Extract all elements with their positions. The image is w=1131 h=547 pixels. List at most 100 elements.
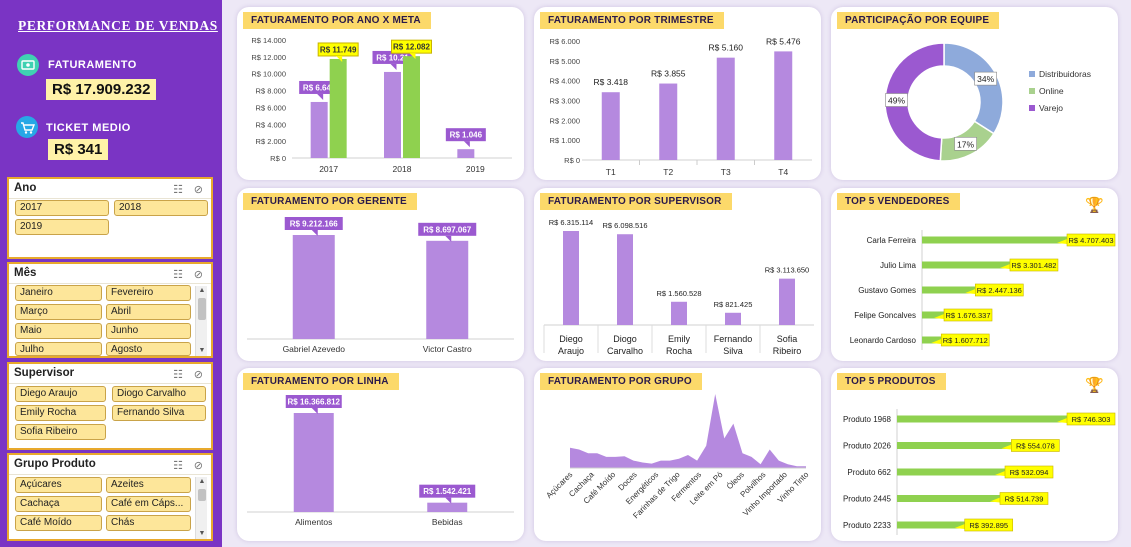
dashboard-title: PERFORMANCE DE VENDAS — [18, 18, 218, 33]
x-tick-label: Alimentos — [295, 517, 332, 527]
sidebar: PERFORMANCE DE VENDAS FATURAMENTO R$ 17.… — [0, 0, 222, 547]
x-tick-label: 2019 — [466, 164, 485, 174]
panel-equipe-title: PARTICIPAÇÃO POR EQUIPE — [837, 12, 1000, 29]
data-label-pointer — [463, 141, 470, 148]
scroll-down-icon[interactable]: ▼ — [196, 529, 208, 539]
x-tick-label: Silva — [723, 346, 743, 356]
slicer-mes-item[interactable]: Maio — [15, 323, 102, 339]
chart-gerente: R$ 9.212.166 Gabriel Azevedo R$ 8.697.067 V… — [247, 217, 514, 354]
y-tick-label: R$ 0 — [564, 156, 580, 165]
slicer-supervisor-item[interactable]: Emily Rocha — [15, 405, 106, 421]
legend-label: Distribuidoras — [1039, 69, 1091, 79]
slicer-mes-item[interactable]: Agosto — [106, 342, 191, 356]
clear-filter-icon[interactable]: ⊘ — [194, 183, 203, 196]
panel-grupo: FATURAMENTO POR GRUPO Açúcares Cachaça Caf… — [534, 368, 821, 541]
x-tick-label: Victor Castro — [423, 344, 472, 354]
y-tick-label: R$ 5.000 — [550, 57, 580, 66]
panel-gerente-title: FATURAMENTO POR GERENTE — [243, 193, 417, 210]
trophy-icon: 🏆 — [1085, 377, 1104, 394]
panel-supervisor-title: FATURAMENTO POR SUPERVISOR — [540, 193, 732, 210]
data-label-pointer — [317, 93, 324, 100]
data-label: R$ 1.046 — [450, 131, 483, 140]
slicer-grupo-item[interactable]: Azeites — [106, 477, 191, 493]
slicer-grupo-item[interactable]: Café Moído — [15, 515, 102, 531]
slicer-grupo-item[interactable]: Café em Cáps... — [106, 496, 191, 512]
slicer-grupo: Grupo Produto ☷ ⊘ Açúcares Azeites Cacha… — [7, 453, 213, 541]
multi-select-icon[interactable]: ☷ — [173, 368, 183, 381]
pie-label: 17% — [957, 139, 974, 149]
data-label: R$ 9.212.166 — [290, 220, 339, 229]
slicer-ano-item[interactable]: 2018 — [114, 200, 208, 216]
clear-filter-icon[interactable]: ⊘ — [194, 268, 203, 281]
legend-swatch — [1029, 88, 1035, 94]
x-tick-label: T3 — [721, 167, 731, 177]
y-tick-label: R$ 6.000 — [256, 103, 286, 112]
bar — [293, 413, 334, 512]
slicer-ano-title: Ano — [14, 182, 37, 194]
slicer-mes-item[interactable]: Março — [15, 304, 102, 320]
x-tick-label: Bebidas — [432, 517, 463, 527]
bar — [292, 235, 335, 339]
bar — [725, 312, 741, 325]
slicer-mes-item[interactable]: Fevereiro — [106, 285, 191, 301]
chart-grupo: AçúcaresCachaçaCafé Moído DocesEnergético… — [544, 394, 811, 520]
y-tick-label: R$ 2.000 — [550, 116, 580, 125]
data-label: R$ 5.160 — [709, 43, 744, 53]
multi-select-icon[interactable]: ☷ — [173, 268, 183, 281]
x-tick-label: Emily — [668, 334, 690, 344]
slicer-mes: Mês ☷ ⊘ Janeiro Fevereiro Março Abril Ma… — [7, 262, 213, 358]
slicer-supervisor-item[interactable]: Diogo Carvalho — [112, 386, 206, 402]
legend-swatch — [1029, 105, 1035, 111]
data-label: R$ 8.697.067 — [423, 225, 472, 234]
slicer-grupo-item[interactable]: Açúcares — [15, 477, 102, 493]
y-tick-label: Gustavo Gomes — [858, 286, 916, 295]
slicer-mes-item[interactable]: Julho — [15, 342, 102, 356]
scroll-thumb[interactable] — [198, 489, 206, 501]
scroll-down-icon[interactable]: ▼ — [196, 346, 208, 356]
slicer-supervisor-item[interactable]: Sofia Ribeiro — [15, 424, 106, 440]
y-tick-label: R$ 10.000 — [251, 70, 286, 79]
legend-swatch — [1029, 71, 1035, 77]
data-label: R$ 514.739 — [1005, 495, 1044, 504]
y-tick-label: R$ 2.000 — [256, 137, 286, 146]
bar — [427, 502, 468, 512]
slicer-mes-item[interactable]: Janeiro — [15, 285, 102, 301]
bar-faturamento — [384, 71, 401, 158]
data-label-meta: R$ 12.082 — [393, 43, 430, 52]
slicer-grupo-item[interactable]: Cachaça — [15, 496, 102, 512]
slicer-supervisor-item[interactable]: Fernando Silva — [112, 405, 206, 421]
data-label: R$ 1.607.712 — [943, 336, 988, 345]
slicer-ano-item[interactable]: 2019 — [15, 219, 109, 235]
y-tick-label: R$ 3.000 — [550, 97, 580, 106]
x-tick-label: Sofia — [777, 334, 798, 344]
chart-supervisor: R$ 6.315.114 Diego Araujo R$ 6.098.516 Diogo… — [543, 218, 814, 356]
x-tick-label: Fernando — [714, 334, 753, 344]
slicer-ano-item[interactable]: 2017 — [15, 200, 109, 216]
pie-label: 34% — [977, 74, 994, 84]
clear-filter-icon[interactable]: ⊘ — [194, 368, 203, 381]
slicer-mes-item[interactable]: Abril — [106, 304, 191, 320]
clear-filter-icon[interactable]: ⊘ — [194, 459, 203, 472]
data-label: R$ 1.560.528 — [656, 289, 701, 298]
multi-select-icon[interactable]: ☷ — [173, 459, 183, 472]
data-label-pointer — [390, 63, 397, 70]
legend-label: Varejo — [1039, 103, 1063, 113]
scroll-thumb[interactable] — [198, 298, 206, 320]
chart-trimestre: R$ 0 R$ 1.000 R$ 2.000 R$ 3.000 R$ 4.000 R$ 5… — [550, 36, 812, 177]
slicer-supervisor-item[interactable]: Diego Araujo — [15, 386, 106, 402]
multi-select-icon[interactable]: ☷ — [173, 183, 183, 196]
chart-produtos: Produto 1968 R$ 746.303 Produto 2026 R$ 554… — [843, 409, 1116, 535]
bar — [716, 57, 735, 160]
scroll-up-icon[interactable]: ▲ — [196, 286, 208, 296]
slicer-grupo-scrollbar[interactable]: ▲ ▼ — [195, 477, 207, 539]
slicer-mes-item[interactable]: Junho — [106, 323, 191, 339]
panel-trimestre-title: FATURAMENTO POR TRIMESTRE — [540, 12, 724, 29]
bar-faturamento — [310, 101, 328, 158]
data-label: R$ 2.447.136 — [977, 286, 1022, 295]
data-label: R$ 6.315.114 — [549, 218, 593, 227]
scroll-up-icon[interactable]: ▲ — [196, 477, 208, 487]
slicer-grupo-item[interactable]: Chás — [106, 515, 191, 531]
panel-ano-meta: FATURAMENTO POR ANO X META R$ 0 R$ 2.000 R… — [237, 7, 524, 180]
data-label: R$ 1.542.421 — [423, 487, 472, 496]
slicer-mes-scrollbar[interactable]: ▲ ▼ — [195, 286, 207, 356]
